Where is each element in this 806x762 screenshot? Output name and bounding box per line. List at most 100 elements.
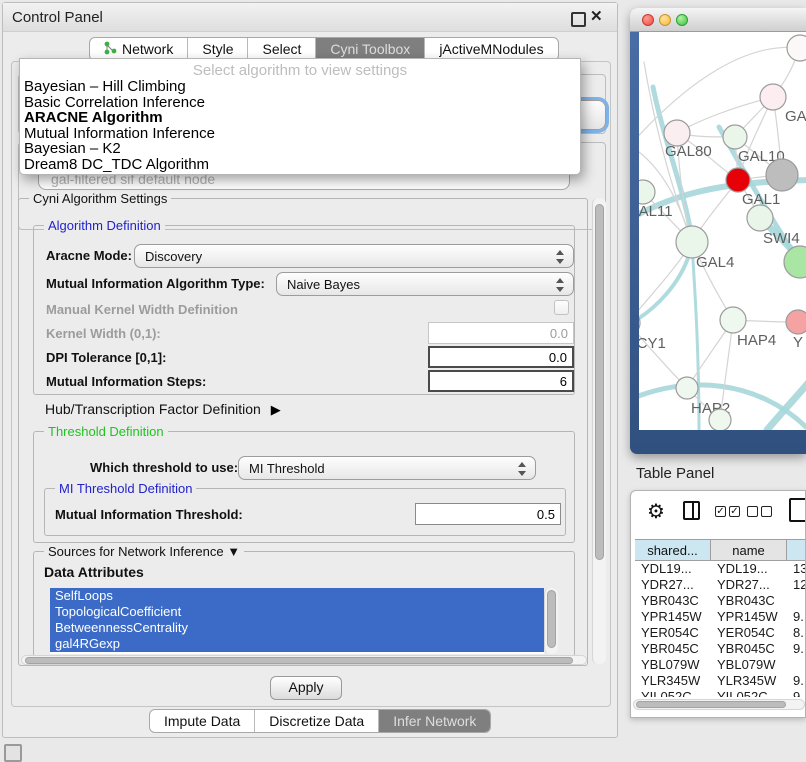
control-panel: Control Panel ✕ NetworkStyle Select Cyni T… <box>2 2 618 738</box>
network-node[interactable] <box>709 409 731 430</box>
node-label: GCY1 <box>639 335 666 352</box>
gear-icon[interactable]: ⚙ <box>647 499 665 524</box>
cyni-settings-group: Cyni Algorithm Settings Algorithm Defini… <box>18 198 588 666</box>
dropdown-item-dream8-dc-tdc-algorithm[interactable]: Dream8 DC_TDC Algorithm <box>20 157 580 173</box>
tab-network[interactable]: Network <box>90 38 188 60</box>
dropdown-item-mutual-information-inference[interactable]: Mutual Information Inference <box>20 126 580 142</box>
zoom-window-icon[interactable] <box>676 14 688 26</box>
apply-button[interactable]: Apply <box>270 676 342 700</box>
table-cell: YER054C <box>641 625 699 641</box>
minimize-window-icon[interactable] <box>659 14 671 26</box>
attribute-item-topologicalcoefficient[interactable]: TopologicalCoefficient <box>50 604 544 620</box>
network-window-titlebar[interactable] <box>630 8 806 32</box>
scrollbar-thumb[interactable] <box>636 701 786 708</box>
network-node-swi4[interactable] <box>747 205 773 231</box>
scrollbar-thumb[interactable] <box>547 590 556 648</box>
settings-hscrollbar[interactable] <box>21 655 587 665</box>
expand-right-icon: ▶ <box>271 402 281 417</box>
table-row[interactable]: YBL079WYBL079W <box>631 657 806 673</box>
tab-jactivemnodules[interactable]: jActiveMNodules <box>425 38 557 60</box>
tab-style[interactable]: Style <box>188 38 248 60</box>
select-all-columns-icon[interactable]: ✓ ✓ <box>715 506 740 517</box>
cyni-settings-title: Cyni Algorithm Settings <box>29 191 171 206</box>
tab-discretize-data[interactable]: Discretize Data <box>255 710 379 732</box>
settings-vscrollbar[interactable] <box>592 198 606 664</box>
table-cell: YBR043C <box>717 593 775 609</box>
table-cell: YLR345W <box>717 673 776 689</box>
network-node[interactable] <box>766 159 798 191</box>
node-label: GAL4 <box>696 254 734 271</box>
manual-kernel-checkbox[interactable] <box>554 300 569 315</box>
network-node-hap4[interactable] <box>720 307 746 333</box>
node-label: GAL80 <box>665 143 712 160</box>
table-row[interactable]: YIL052CYIL052C9. <box>631 689 806 697</box>
table-cell: YBL079W <box>717 657 776 673</box>
network-node-gal[interactable] <box>760 84 786 110</box>
tab-label: Select <box>262 41 301 57</box>
kernel-width-label: Kernel Width (0,1): <box>46 326 161 341</box>
attribute-item-betweennesscentrality[interactable]: BetweennessCentrality <box>50 620 544 636</box>
attribute-item-gal4rgexp[interactable]: gal4RGexp <box>50 636 544 652</box>
tab-infer-network[interactable]: Infer Network <box>379 710 490 732</box>
scrollbar-thumb[interactable] <box>595 204 604 560</box>
network-canvas[interactable]: GALGAL80GAL10GAL1GAL11SWI4GAL4GCY1HAP4YH… <box>639 32 806 430</box>
table-row[interactable]: YPR145WYPR145W9. <box>631 609 806 625</box>
network-node-gal11[interactable] <box>639 180 655 204</box>
control-panel-title: Control Panel <box>12 9 103 26</box>
column-header-a[interactable]: A <box>787 539 806 561</box>
attributes-list-scrollbar[interactable] <box>544 588 558 654</box>
table-cell: YBR045C <box>717 641 775 657</box>
table-cell: YBR043C <box>641 593 699 609</box>
dropdown-item-bayesian-hill-climbing[interactable]: Bayesian – Hill Climbing <box>20 79 580 95</box>
table-cell: YLR345W <box>641 673 700 689</box>
close-panel-icon[interactable]: ✕ <box>590 7 603 25</box>
float-panel-icon[interactable] <box>571 12 586 27</box>
table-cell: YIL052C <box>641 689 692 697</box>
network-node[interactable] <box>784 246 806 278</box>
mi-threshold-field[interactable] <box>415 503 561 525</box>
kernel-width-field[interactable] <box>428 322 574 344</box>
scrollbar-thumb[interactable] <box>25 657 573 664</box>
table-row[interactable]: YDL19...YDL19...13 <box>631 561 806 577</box>
attribute-item-selfloops[interactable]: SelfLoops <box>50 588 544 604</box>
columns-icon[interactable] <box>683 501 700 520</box>
network-node-gcy1[interactable] <box>639 311 640 335</box>
dropdown-item-bayesian-k2[interactable]: Bayesian – K2 <box>20 141 580 157</box>
threshold-definition-group: Threshold Definition Which threshold to … <box>33 431 575 543</box>
table-row[interactable]: YER054CYER054C8. <box>631 625 806 641</box>
expand-down-icon[interactable]: ▼ <box>227 544 240 559</box>
table-row[interactable]: YDR27...YDR27...12 <box>631 577 806 593</box>
aracne-mode-combobox[interactable]: Discovery <box>134 244 574 268</box>
table-hscrollbar[interactable] <box>633 699 805 710</box>
new-table-icon[interactable] <box>789 498 806 522</box>
hub-definition-toggle[interactable]: Hub/Transcription Factor Definition ▶ <box>45 401 281 418</box>
column-header-name[interactable]: name <box>711 539 787 561</box>
network-view-window: GALGAL80GAL10GAL1GAL11SWI4GAL4GCY1HAP4YH… <box>630 8 806 454</box>
column-header-shared[interactable]: shared... <box>635 539 711 561</box>
network-node-gal10[interactable] <box>723 125 747 149</box>
network-node-y[interactable] <box>786 310 806 334</box>
dpi-tolerance-field[interactable] <box>428 346 574 368</box>
which-threshold-combobox[interactable]: MI Threshold <box>238 456 536 480</box>
mi-steps-field[interactable] <box>428 370 574 392</box>
dropdown-item-basic-correlation-inference[interactable]: Basic Correlation Inference <box>20 95 580 111</box>
close-window-icon[interactable] <box>642 14 654 26</box>
table-row[interactable]: YBR045CYBR045C9. <box>631 641 806 657</box>
network-node[interactable] <box>787 35 806 61</box>
tab-select[interactable]: Select <box>248 38 316 60</box>
tab-impute-data[interactable]: Impute Data <box>150 710 255 732</box>
minimized-panel-icon[interactable] <box>4 744 22 762</box>
tab-cyni-toolbox[interactable]: Cyni Toolbox <box>316 38 425 60</box>
network-node-gal1[interactable] <box>726 168 750 192</box>
deselect-all-columns-icon[interactable] <box>747 506 772 517</box>
table-row[interactable]: YBR043C YBR043C <box>631 593 806 609</box>
table-cell: YDR27... <box>641 577 694 593</box>
aracne-mode-value: Discovery <box>145 249 202 264</box>
table-cell: YDR27... <box>717 577 770 593</box>
table-panel-window: ⚙ ✓ ✓ shared...nameA YDL19...YDL19...13Y… <box>630 490 806 718</box>
network-node-hap2[interactable] <box>676 377 698 399</box>
data-attributes-list[interactable]: SelfLoopsTopologicalCoefficientBetweenne… <box>50 588 544 654</box>
dropdown-item-aracne-algorithm[interactable]: ARACNE Algorithm <box>20 110 580 126</box>
mi-type-combobox[interactable]: Naive Bayes <box>276 272 574 296</box>
table-row[interactable]: YLR345WYLR345W9. <box>631 673 806 689</box>
